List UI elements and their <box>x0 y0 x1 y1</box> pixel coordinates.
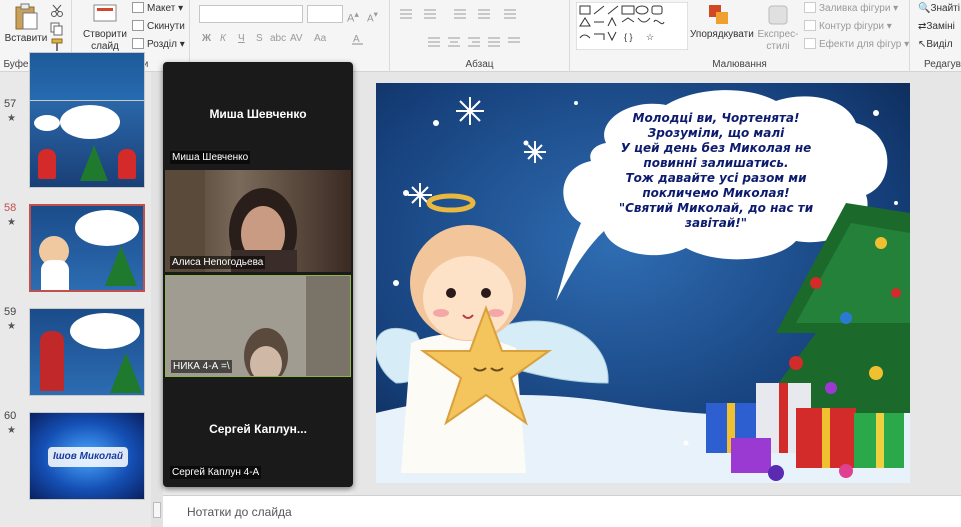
paragraph-group-label: Абзац <box>465 59 494 70</box>
participant-tile[interactable]: Алиса Непогодьева <box>165 170 351 272</box>
speech-bubble-text[interactable]: Молодці ви, Чортенята! Зрозуміли, що мал… <box>604 111 828 231</box>
participant-display-name: Сергей Каплун... <box>209 422 307 436</box>
fill-icon <box>804 2 816 13</box>
thumbnail-59[interactable] <box>29 308 145 396</box>
svg-text:☆: ☆ <box>646 32 654 42</box>
section-button[interactable]: Розділ ▾ <box>132 38 185 52</box>
font-color-icon[interactable]: A <box>350 32 366 46</box>
reset-icon <box>132 20 144 31</box>
editing-group-label: Редагува <box>924 59 961 70</box>
thumbnail-scrollbar[interactable] <box>151 72 163 527</box>
participant-label: Сергей Каплун 4-А <box>170 466 262 479</box>
video-participants-panel: Миша Шевченко Миша Шевченко Алиса Непого… <box>163 62 353 487</box>
find-icon: 🔍 <box>918 3 931 14</box>
animation-star-icon: ★ <box>7 217 16 228</box>
paragraph-tools-icon[interactable] <box>398 6 558 54</box>
thumb-bubble <box>60 105 120 139</box>
replace-button[interactable]: ⇄Заміні <box>918 20 955 34</box>
underline-button[interactable]: Ч <box>238 32 245 46</box>
animation-star-icon: ★ <box>7 321 16 332</box>
thumbnail-57[interactable] <box>29 100 145 188</box>
bubble-line: Молодці ви, Чортенята! <box>632 111 800 125</box>
thumb-devil-figure <box>118 149 136 179</box>
participant-label: Алиса Непогодьева <box>170 256 266 269</box>
editing-group: 🔍Знайті ⇄Заміні ↖Виділ Редагува <box>910 0 961 72</box>
participant-tile[interactable]: Сергей Каплун... Сергей Каплун 4-А <box>165 380 351 482</box>
thumb-number: 58 <box>4 202 17 214</box>
quick-styles-button[interactable]: Експрес-стилі <box>754 3 802 53</box>
notes-placeholder: Нотатки до слайда <box>187 505 292 519</box>
slide-thumbnail-pane: 57 ★ 58 ★ 59 ★ 60 ★ Ішов Миколай <box>0 52 163 527</box>
thumb-devil-figure <box>38 149 56 179</box>
bubble-line: У цей день без Миколая не <box>620 141 812 155</box>
thumb-number: 60 <box>4 410 17 422</box>
shape-outline-button[interactable]: Контур фігури ▾ <box>804 20 892 34</box>
quick-styles-icon <box>768 5 788 25</box>
cut-icon[interactable] <box>50 4 64 18</box>
drawing-group: { } ☆ Упорядкувати Експрес-стилі Заливка … <box>570 0 910 72</box>
grow-font-icon[interactable]: A▴ <box>347 7 359 26</box>
char-spacing-button[interactable]: AV <box>290 32 303 46</box>
effects-icon <box>804 38 816 49</box>
new-slide-button[interactable]: Створити слайд <box>80 3 130 53</box>
bubble-line: повинні залишатись. <box>643 156 789 170</box>
outline-icon <box>804 20 816 31</box>
thumb-bubble <box>34 115 60 131</box>
format-painter-icon[interactable] <box>50 38 64 52</box>
scroll-down-arrow[interactable] <box>153 502 161 518</box>
find-button[interactable]: 🔍Знайті <box>918 2 960 16</box>
svg-text:{ }: { } <box>624 32 633 42</box>
reset-button[interactable]: Скинути <box>132 20 185 34</box>
thumb-number: 59 <box>4 306 17 318</box>
shape-fill-button[interactable]: Заливка фігури ▾ <box>804 2 898 16</box>
animation-star-icon: ★ <box>7 113 16 124</box>
bubble-line: Зрозуміли, що малі <box>647 126 785 140</box>
arrange-button[interactable]: Упорядкувати <box>690 3 754 41</box>
animation-star-icon: ★ <box>7 425 16 436</box>
thumb-nicholas-figure <box>40 331 64 391</box>
thumb-tree <box>110 353 142 393</box>
change-case-button[interactable]: Aa <box>314 32 326 46</box>
thumb-tree <box>105 246 137 286</box>
shapes-gallery-icon[interactable]: { } ☆ <box>576 2 688 50</box>
strike-button[interactable]: S <box>256 32 263 46</box>
thumb-title: Ішов Миколай <box>48 447 128 467</box>
copy-icon[interactable] <box>50 22 64 36</box>
bubble-line: завітай!" <box>685 216 747 230</box>
new-slide-icon <box>93 4 117 22</box>
thumb-bubble <box>75 210 139 246</box>
participant-label: НИКА 4-А =\ <box>171 360 232 373</box>
slide-notes-area[interactable]: Нотатки до слайда <box>163 495 961 527</box>
italic-button[interactable]: К <box>220 32 226 46</box>
participant-display-name: Миша Шевченко <box>209 107 307 121</box>
bubble-line: Тож давайте усі разом ми <box>625 171 807 185</box>
paste-icon <box>15 3 38 30</box>
shrink-font-icon[interactable]: A▾ <box>367 7 378 26</box>
current-slide[interactable]: Молодці ви, Чортенята! Зрозуміли, що мал… <box>376 83 910 483</box>
section-icon <box>132 38 144 49</box>
layout-icon <box>132 2 144 13</box>
font-name-field[interactable] <box>199 5 303 23</box>
paste-button[interactable]: Вставити <box>3 3 49 45</box>
thumb-angel-body <box>41 260 69 290</box>
participant-label: Миша Шевченко <box>170 151 251 164</box>
layout-button[interactable]: Макет ▾ <box>132 2 183 16</box>
thumbnail-60[interactable]: Ішов Миколай <box>29 412 145 500</box>
bold-button[interactable]: Ж <box>202 32 211 46</box>
participant-tile[interactable]: НИКА 4-А =\ <box>165 275 351 377</box>
thumb-bubble <box>70 313 140 349</box>
bubble-line: покличемо Миколая! <box>642 186 790 200</box>
select-button[interactable]: ↖Виділ <box>918 38 953 52</box>
drawing-group-label: Малювання <box>712 59 767 70</box>
strikethrough-button[interactable]: abc <box>270 32 286 46</box>
shape-effects-button[interactable]: Ефекти для фігур ▾ <box>804 38 909 52</box>
participant-tile[interactable]: Миша Шевченко Миша Шевченко <box>165 65 351 167</box>
font-size-field[interactable] <box>307 5 343 23</box>
thumbnail-58[interactable] <box>29 204 145 292</box>
paragraph-group: Абзац <box>390 0 570 72</box>
thumb-number: 57 <box>4 98 17 110</box>
arrange-icon <box>709 5 728 24</box>
bubble-line: "Святий Миколай, до нас ти <box>618 201 814 215</box>
thumb-tree <box>80 145 108 181</box>
